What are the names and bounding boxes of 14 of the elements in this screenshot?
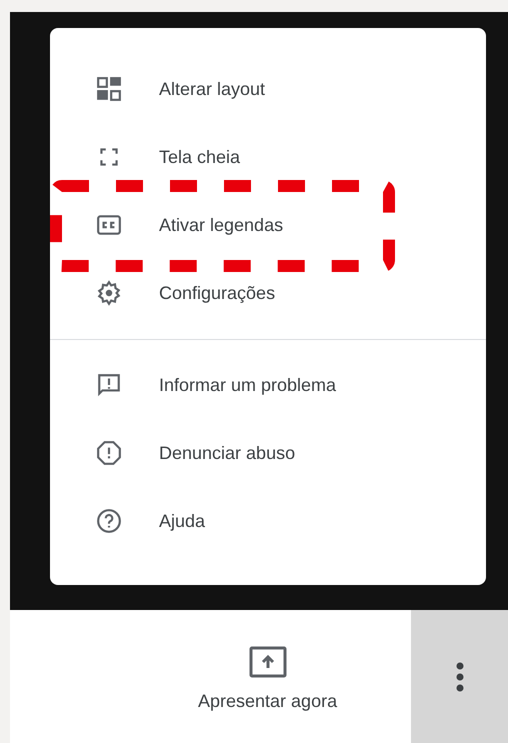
layout-icon xyxy=(96,76,122,102)
feedback-icon xyxy=(96,372,122,398)
menu-item[interactable]: Alterar layout xyxy=(50,65,282,113)
present-icon xyxy=(248,646,287,678)
menu-item[interactable]: Denunciar abuso xyxy=(50,429,312,477)
menu-item[interactable]: Tela cheia xyxy=(50,133,256,181)
menu-item[interactable]: Configurações xyxy=(50,269,292,317)
settings-icon xyxy=(96,280,122,306)
menu-item[interactable]: Ajuda xyxy=(50,497,222,545)
more-icon xyxy=(456,662,464,692)
menu-item[interactable]: Informar um problema xyxy=(50,361,352,409)
warning-icon xyxy=(96,440,122,466)
present-now-button[interactable]: Apresentar agora xyxy=(198,646,338,715)
help-icon xyxy=(96,508,122,534)
